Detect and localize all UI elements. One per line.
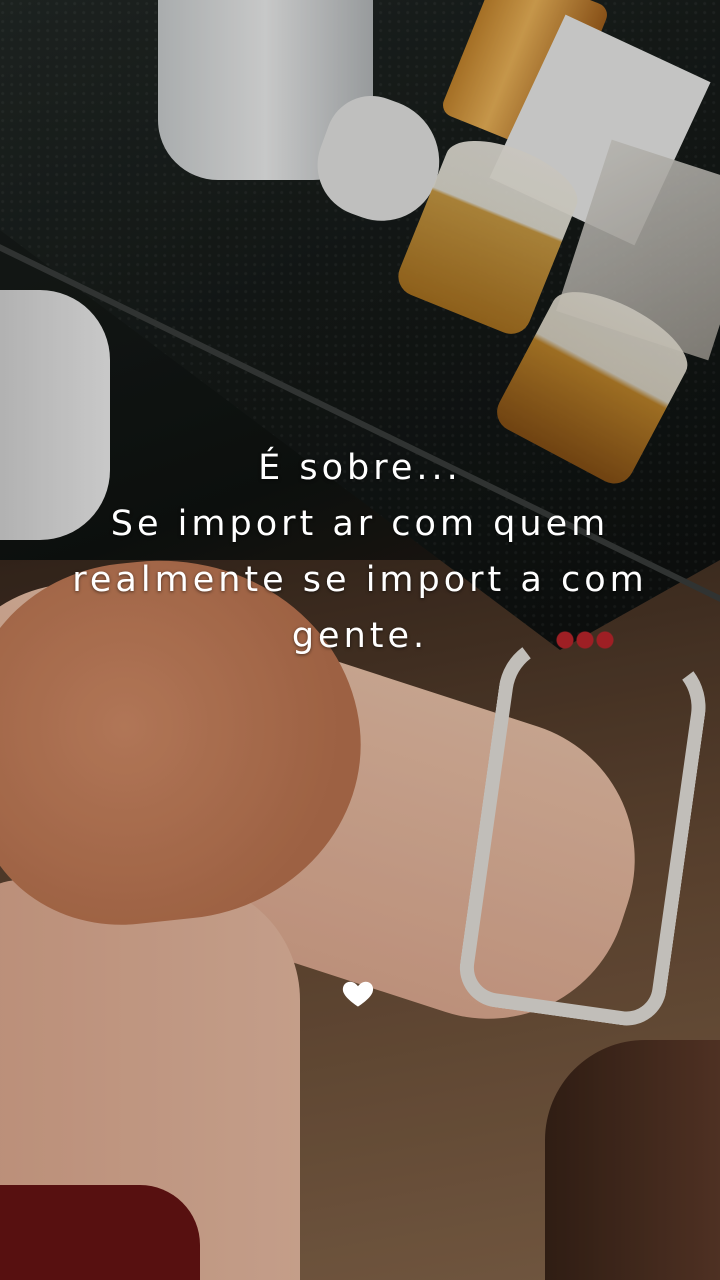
story-frame: É sobre... Se import ar com quem realmen…: [0, 0, 720, 1280]
caption-line-1: É sobre...: [258, 448, 462, 488]
caption-line-3: realmente se import a com: [72, 560, 648, 600]
caption-line-4: gente.: [291, 616, 429, 656]
heart-icon: [342, 981, 374, 1007]
caption-line-2: Se import ar com quem: [110, 504, 610, 544]
story-caption: É sobre... Se import ar com quem realmen…: [0, 440, 720, 664]
